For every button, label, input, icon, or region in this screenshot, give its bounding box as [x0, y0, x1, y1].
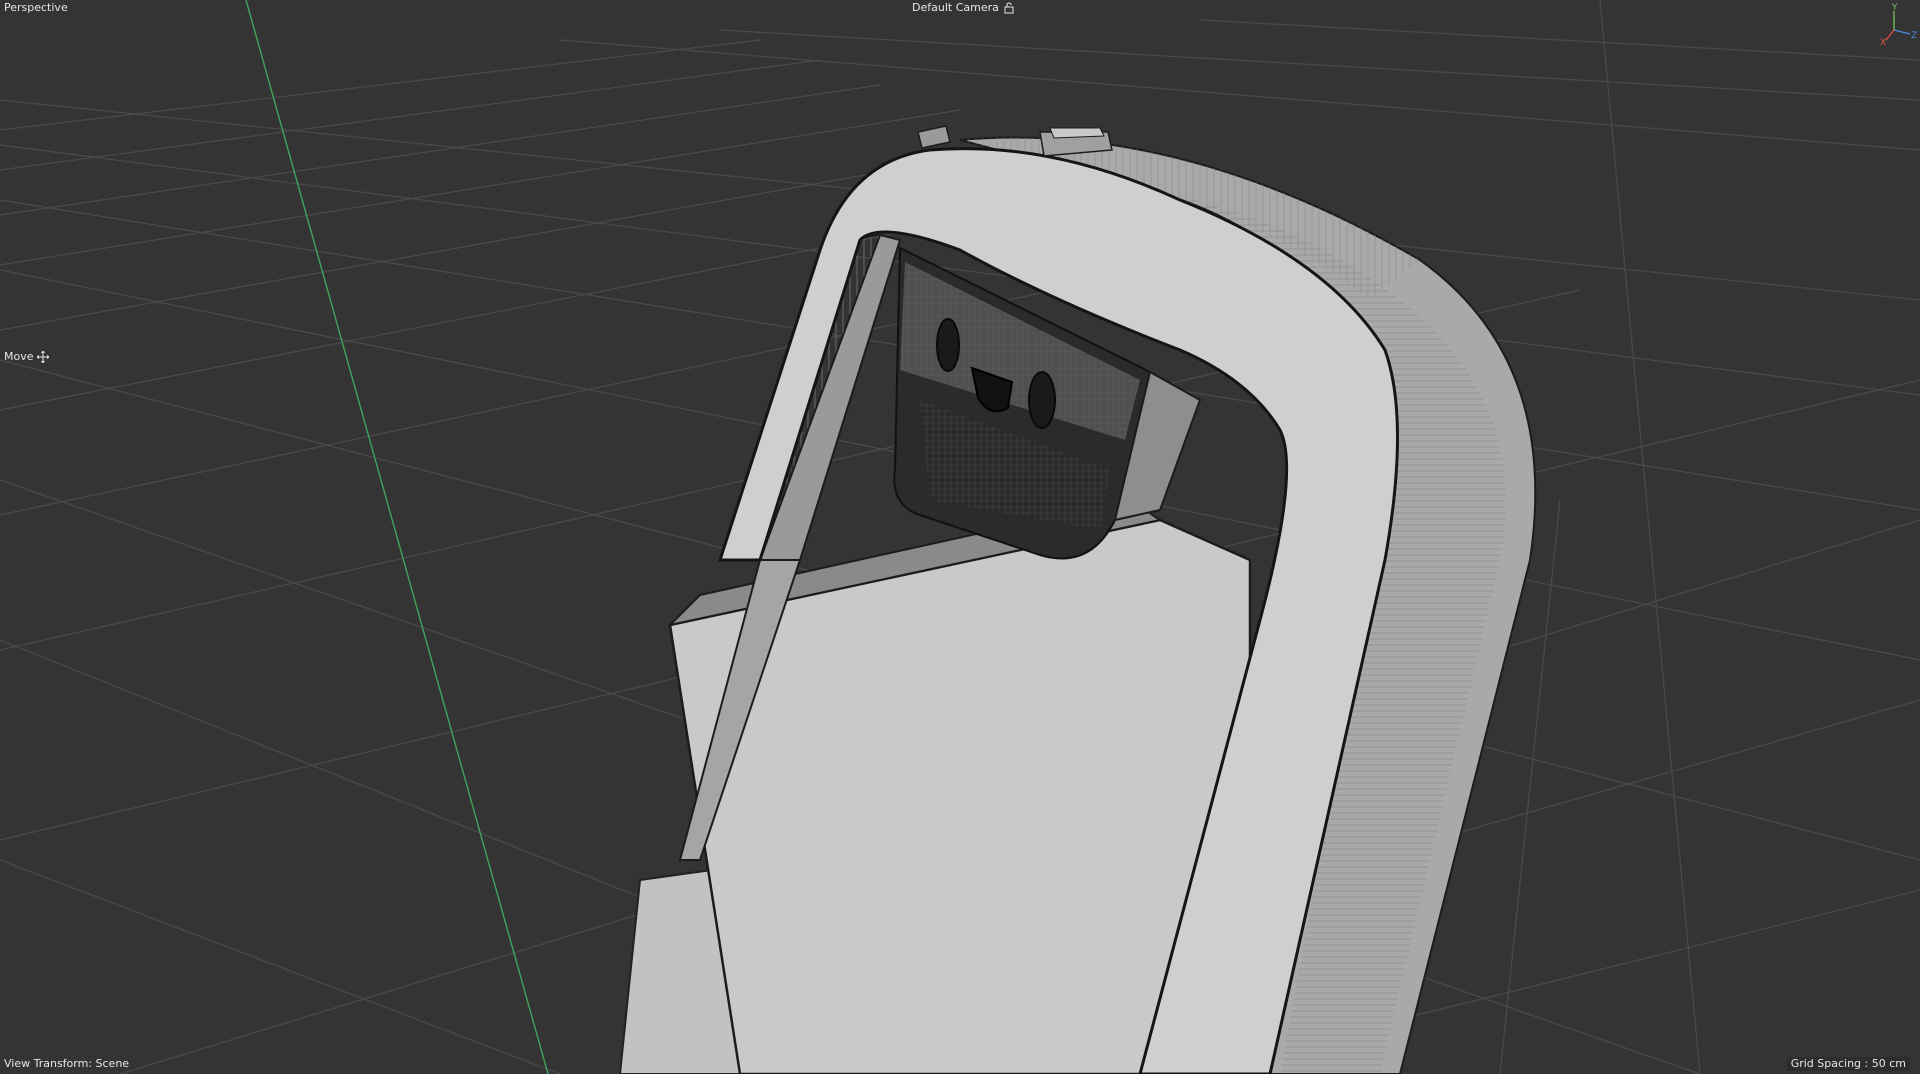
- camera-name-label[interactable]: Default Camera: [912, 1, 999, 15]
- viewport-canvas[interactable]: [0, 0, 1920, 1074]
- axis-gizmo[interactable]: Y Z X: [1878, 2, 1918, 46]
- 3d-model[interactable]: [618, 125, 1537, 1074]
- camera-selector[interactable]: Default Camera: [912, 1, 1015, 15]
- gizmo-z-axis: [1893, 29, 1911, 35]
- camera-lock-icon[interactable]: [1003, 2, 1015, 14]
- 3d-viewport[interactable]: Perspective Default Camera Move View Tra…: [0, 0, 1920, 1074]
- grid-spacing-label: Grid Spacing : 50 cm: [1786, 1057, 1910, 1071]
- gizmo-x-axis: [1885, 29, 1895, 41]
- gizmo-z-label: Z: [1911, 31, 1917, 41]
- active-tool-label: Move: [4, 350, 34, 363]
- move-icon: [36, 351, 49, 363]
- active-tool-indicator: Move: [4, 350, 49, 364]
- gizmo-y-label: Y: [1891, 3, 1898, 13]
- y-axis-line: [245, 0, 549, 1074]
- view-transform-label: View Transform: Scene: [4, 1057, 130, 1070]
- gizmo-x-label: X: [1880, 38, 1886, 46]
- view-name-label[interactable]: Perspective: [4, 1, 68, 15]
- model-eye-left: [936, 318, 960, 372]
- model-eye-right: [1028, 371, 1056, 429]
- model-knob-1: [917, 125, 951, 149]
